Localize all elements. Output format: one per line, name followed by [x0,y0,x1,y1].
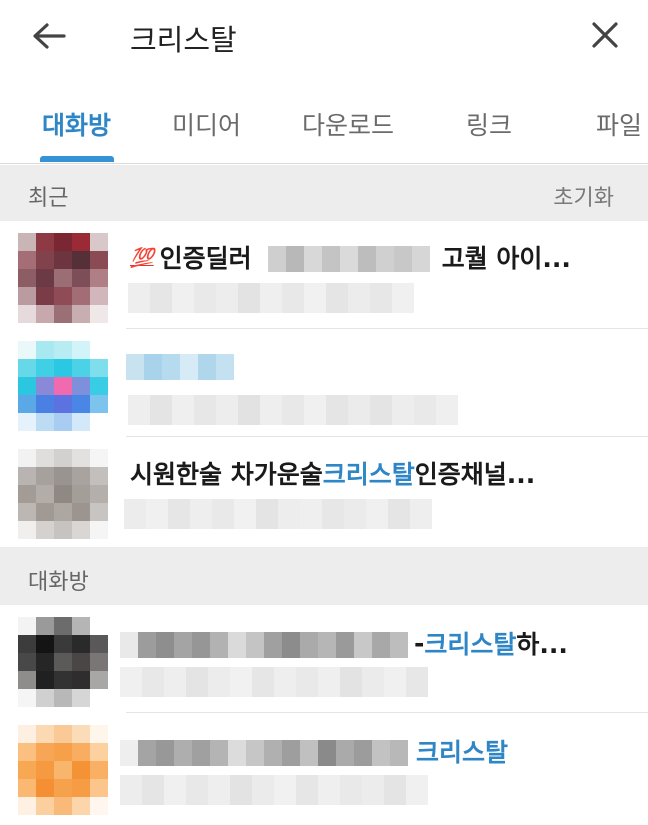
redacted-text [267,243,430,272]
avatar [18,341,108,431]
search-input[interactable]: 크리스탈 [130,17,237,59]
list-item[interactable]: 크리스탈 [0,713,648,825]
tab-downloads[interactable]: 다운로드 [302,106,394,142]
redacted-text [120,629,408,658]
list-item[interactable]: 💯 인증딜러 고퀄 아이... [0,221,648,329]
search-bar: 크리스탈 [0,0,648,76]
search-highlight: 크리스탈 [322,460,415,489]
search-highlight: 크리스탈 [424,630,517,659]
reset-button[interactable]: 초기화 [553,180,614,212]
list-item[interactable]: 시원한술 차가운술 크리스탈 인증채널... [0,437,648,547]
section-title: 대화방 [28,570,89,595]
active-tab-indicator [40,156,114,162]
tab-media[interactable]: 미디어 [172,106,241,142]
chat-title: 💯 인증딜러 고퀄 아이... [130,239,571,275]
title-text: 인증딜러 [159,244,252,273]
avatar [18,725,108,815]
tab-links[interactable]: 링크 [466,106,512,142]
clear-button[interactable] [584,14,626,56]
chat-title [126,351,234,380]
redacted-text [120,737,408,766]
avatar [18,233,108,323]
tab-chats[interactable]: 대화방 [42,106,111,142]
title-text: 하... [516,630,568,659]
back-button[interactable] [26,16,72,56]
redacted-text [126,351,234,380]
recent-section-header: 최근 초기화 [0,165,648,221]
title-text: 고퀄 아이... [441,244,571,273]
title-text: - [414,628,425,658]
chats-section-header: 대화방 [0,547,648,605]
chat-title: - 크리스탈 하... [120,625,568,661]
hundred-points-icon: 💯 [130,246,154,269]
chat-title: 시원한술 차가운술 크리스탈 인증채널... [130,455,535,491]
section-title: 최근 [28,186,69,211]
search-highlight: 크리스탈 [416,738,509,767]
avatar [18,617,108,707]
redacted-preview [128,395,458,425]
redacted-preview [120,775,428,805]
redacted-preview [124,499,432,529]
tab-bar: 대화방 미디어 다운로드 링크 파일 [0,76,648,164]
arrow-left-icon [33,23,66,49]
title-text: 인증채널... [414,460,536,489]
list-item[interactable] [0,329,648,437]
tab-files[interactable]: 파일 [596,106,642,142]
chat-title: 크리스탈 [120,733,508,769]
list-item[interactable]: - 크리스탈 하... [0,605,648,713]
redacted-preview [128,283,414,313]
avatar [18,449,108,539]
close-icon [592,22,618,48]
redacted-preview [120,667,428,697]
title-text: 시원한술 차가운술 [130,460,323,489]
